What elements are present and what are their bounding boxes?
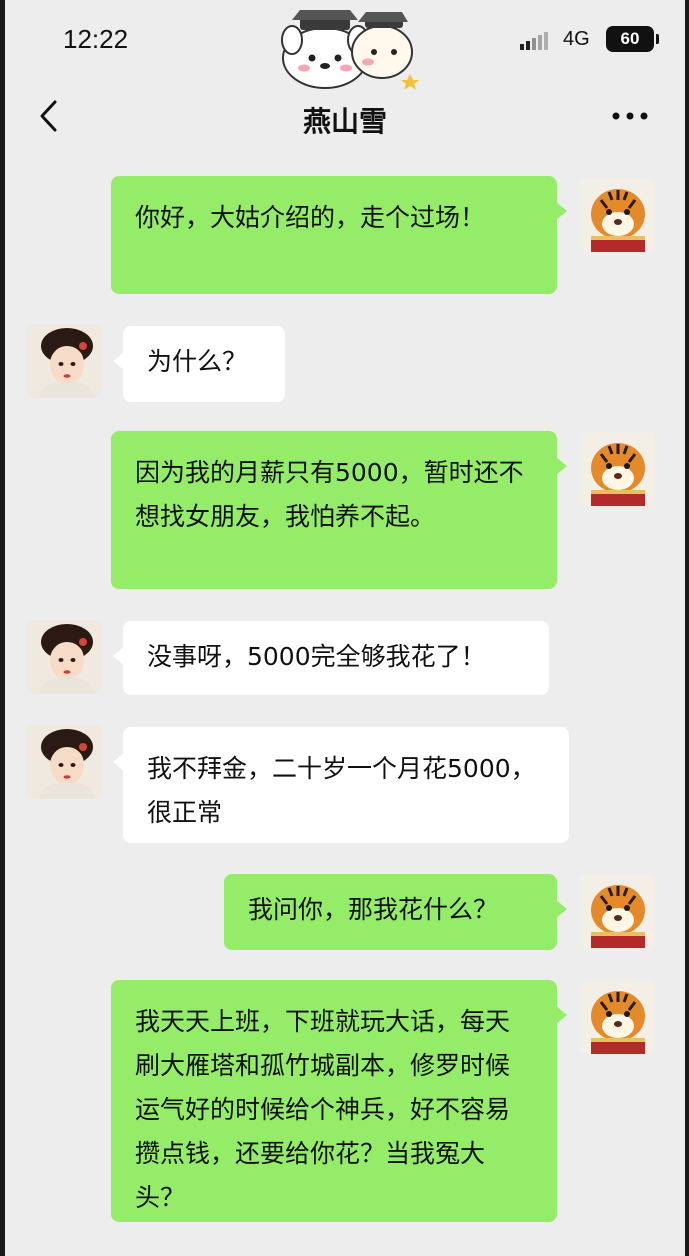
battery-icon: 60 (606, 26, 659, 52)
tiger-avatar-icon[interactable] (581, 980, 655, 1054)
chat-header: 燕山雪 (5, 80, 685, 152)
message-bubble-outgoing[interactable]: 我天天上班，下班就玩大话，每天刷大雁塔和孤竹城副本，修罗时候运气好的时候给个神兵… (111, 980, 567, 1222)
tiger-avatar-icon[interactable] (581, 178, 655, 252)
status-bar: 12:22 4G 60 (5, 0, 685, 90)
status-time: 12:22 (63, 24, 129, 54)
signal-strength-icon (520, 30, 554, 50)
cartoon-sticker-icon (281, 10, 419, 90)
girl-avatar-icon[interactable] (27, 620, 101, 694)
chat-screen: 12:22 4G 60 燕山雪 你好，大姑介绍的，走个过场！ 为什么？ 因为我的… (5, 0, 685, 1256)
network-type-label: 4G (563, 28, 590, 50)
message-bubble-incoming[interactable]: 我不拜金，二十岁一个月花5000，很正常 (113, 727, 569, 843)
chat-title: 燕山雪 (302, 105, 387, 138)
message-bubble-incoming[interactable]: 为什么？ (113, 326, 285, 402)
girl-avatar-icon[interactable] (27, 725, 101, 799)
tiger-avatar-icon[interactable] (581, 432, 655, 506)
more-dots-icon[interactable] (610, 102, 650, 130)
girl-avatar-icon[interactable] (27, 324, 101, 398)
message-bubble-outgoing[interactable]: 你好，大姑介绍的，走个过场！ (111, 176, 567, 294)
message-bubble-outgoing[interactable]: 因为我的月薪只有5000，暂时还不想找女朋友，我怕养不起。 (111, 431, 567, 589)
message-bubble-outgoing[interactable]: 我问你，那我花什么？ (224, 874, 567, 950)
battery-level: 60 (620, 29, 640, 48)
message-bubble-incoming[interactable]: 没事呀，5000完全够我花了！ (113, 621, 549, 695)
tiger-avatar-icon[interactable] (581, 874, 655, 948)
